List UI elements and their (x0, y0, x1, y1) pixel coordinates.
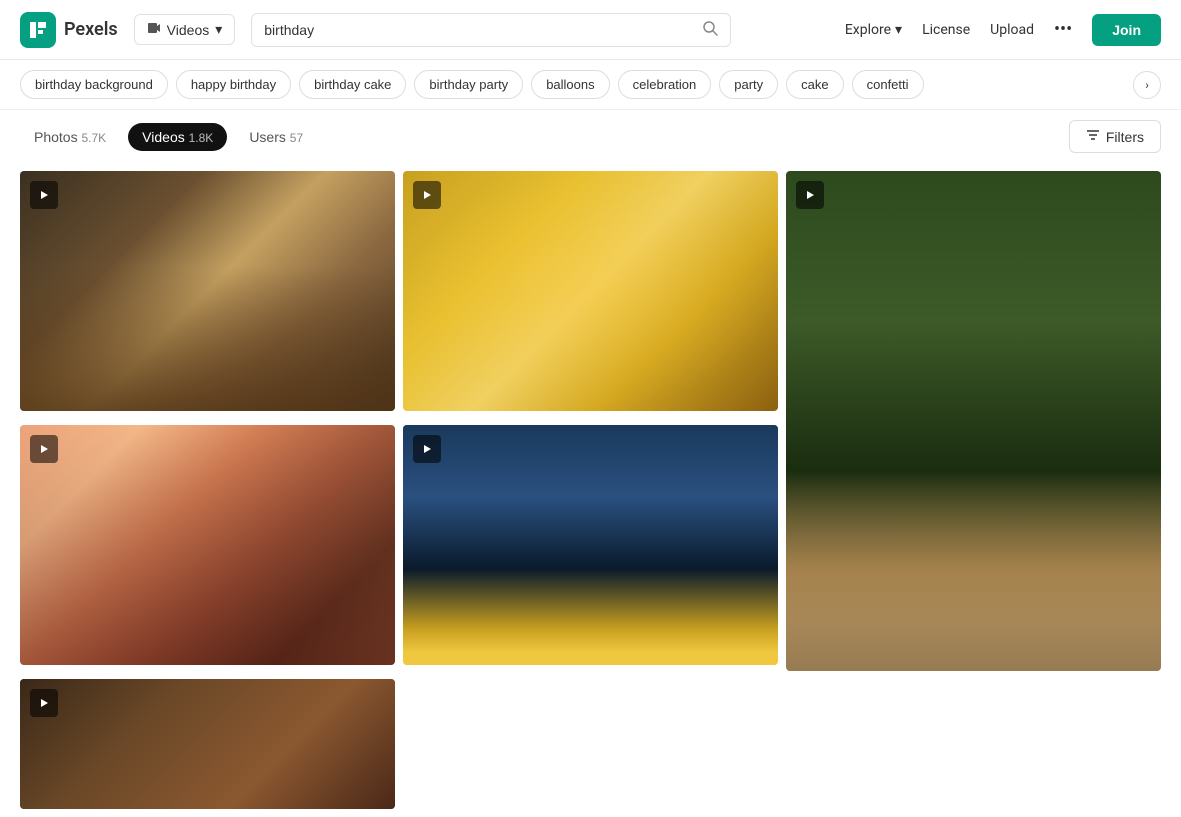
tab-users[interactable]: Users 57 (235, 123, 317, 151)
play-icon-6 (30, 689, 58, 717)
video-item-6[interactable] (20, 679, 395, 809)
video-item-4[interactable] (20, 425, 395, 665)
filter-icon (1086, 128, 1100, 145)
nav-links: Explore ▾ License Upload ••• Join (845, 14, 1161, 46)
search-bar[interactable] (251, 13, 731, 47)
tab-videos[interactable]: Videos 1.8K (128, 123, 227, 151)
play-icon-3 (796, 181, 824, 209)
filter-bar: Photos 5.7K Videos 1.8K Users 57 Filters (0, 110, 1181, 163)
play-icon-2 (413, 181, 441, 209)
tag-pill-balloons[interactable]: balloons (531, 70, 609, 99)
tag-pill-confetti[interactable]: confetti (852, 70, 924, 99)
join-button[interactable]: Join (1092, 14, 1161, 46)
tab-photos[interactable]: Photos 5.7K (20, 123, 120, 151)
pexels-logo-icon (20, 12, 56, 48)
logo-area[interactable]: Pexels (20, 12, 118, 48)
tags-next-arrow[interactable]: › (1133, 71, 1161, 99)
video-item-1[interactable] (20, 171, 395, 411)
explore-chevron-icon: ▾ (895, 22, 902, 38)
search-input[interactable] (264, 22, 694, 38)
tag-pill-birthday-background[interactable]: birthday background (20, 70, 168, 99)
play-icon-1 (30, 181, 58, 209)
tab-count: 57 (290, 131, 303, 145)
tag-pill-party[interactable]: party (719, 70, 778, 99)
video-item-3[interactable] (786, 171, 1161, 671)
filters-button[interactable]: Filters (1069, 120, 1161, 153)
video-grid (0, 163, 1181, 817)
video-icon (147, 21, 161, 38)
play-icon-5 (413, 435, 441, 463)
tag-pill-birthday-cake[interactable]: birthday cake (299, 70, 406, 99)
header: Pexels Videos ▾ Explore ▾ License Upload… (0, 0, 1181, 60)
tab-label: Photos (34, 129, 78, 145)
more-options-button[interactable]: ••• (1054, 19, 1072, 40)
tag-pill-birthday-party[interactable]: birthday party (414, 70, 523, 99)
upload-nav[interactable]: Upload (990, 22, 1034, 38)
videos-label: Videos (167, 22, 210, 38)
tab-count: 5.7K (81, 131, 106, 145)
tab-label: Videos (142, 129, 185, 145)
play-icon-4 (30, 435, 58, 463)
logo-text: Pexels (64, 19, 118, 40)
video-item-5[interactable] (403, 425, 778, 665)
explore-nav[interactable]: Explore ▾ (845, 22, 902, 38)
filters-label: Filters (1106, 129, 1144, 145)
tag-pill-cake[interactable]: cake (786, 70, 843, 99)
license-nav[interactable]: License (922, 22, 970, 38)
search-icon[interactable] (702, 20, 718, 40)
video-item-2[interactable] (403, 171, 778, 411)
tag-pill-celebration[interactable]: celebration (618, 70, 712, 99)
videos-dropdown-button[interactable]: Videos ▾ (134, 14, 236, 45)
tag-pill-happy-birthday[interactable]: happy birthday (176, 70, 291, 99)
tags-row: birthday background happy birthday birthda… (0, 60, 1181, 110)
tab-label: Users (249, 129, 286, 145)
chevron-down-icon: ▾ (215, 21, 222, 38)
tab-count: 1.8K (189, 131, 214, 145)
